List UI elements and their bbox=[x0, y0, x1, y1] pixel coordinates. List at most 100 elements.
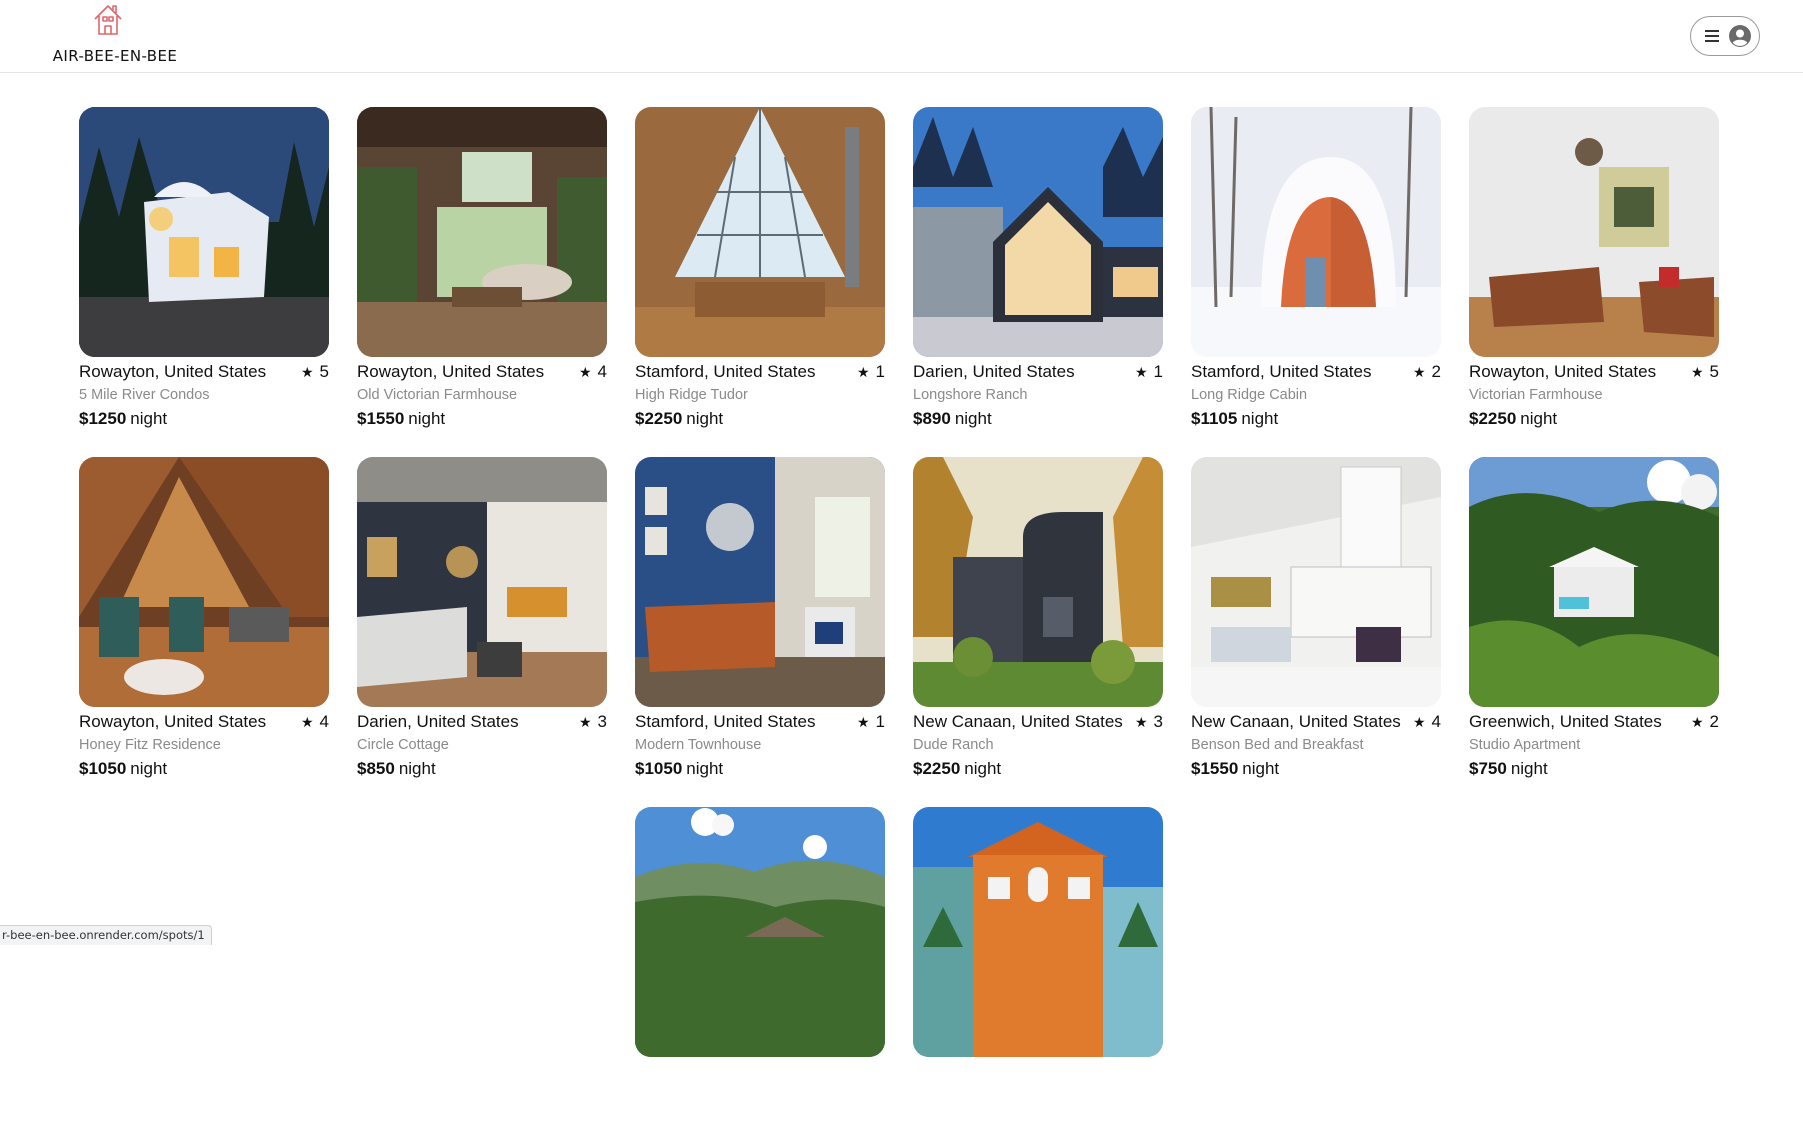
spot-image[interactable] bbox=[913, 807, 1163, 1057]
spot-card[interactable]: Greenwich, United States ★ 2 Studio Apart… bbox=[1469, 457, 1719, 787]
spot-rating: ★ 3 bbox=[579, 712, 607, 732]
spot-price: $1050 night bbox=[79, 759, 167, 779]
spot-location: Darien, United States bbox=[357, 712, 519, 731]
spot-name: Studio Apartment bbox=[1469, 737, 1581, 753]
spot-name: Old Victorian Farmhouse bbox=[357, 387, 518, 403]
star-icon: ★ bbox=[1412, 714, 1426, 730]
spot-image[interactable] bbox=[913, 457, 1163, 707]
spot-price: $1550 night bbox=[1191, 759, 1279, 779]
spot-price-amount: $1250 bbox=[79, 409, 127, 428]
spot-price-amount: $1050 bbox=[635, 759, 683, 778]
spot-rating: ★ 2 bbox=[1413, 362, 1441, 382]
spot-card[interactable]: New Canaan, United States ★ 3 Dude Ranch … bbox=[913, 457, 1163, 787]
spot-rating-value: 4 bbox=[319, 712, 329, 731]
spot-image[interactable] bbox=[635, 807, 885, 1057]
spot-name: Modern Townhouse bbox=[635, 737, 762, 753]
spot-price: $2250 night bbox=[635, 409, 723, 429]
spot-card[interactable]: Darien, United States ★ 3 Circle Cottage … bbox=[357, 457, 607, 787]
spot-price bbox=[635, 1109, 639, 1129]
spot-location: Rowayton, United States bbox=[79, 712, 267, 731]
spot-price-unit: night bbox=[130, 409, 168, 428]
spot-card[interactable]: New Canaan, United States ★ 4 Benson Bed … bbox=[1191, 457, 1441, 787]
spot-image[interactable] bbox=[1191, 457, 1441, 707]
spot-card[interactable]: Stamford, United States ★ 2 Long Ridge Ca… bbox=[1191, 107, 1441, 437]
spot-name: 5 Mile River Condos bbox=[79, 387, 210, 403]
spot-rating: ★ 5 bbox=[301, 362, 329, 382]
spot-price: $850 night bbox=[357, 759, 436, 779]
spot-image[interactable] bbox=[1469, 107, 1719, 357]
spot-image[interactable] bbox=[1191, 107, 1441, 357]
spot-name: Longshore Ranch bbox=[913, 387, 1028, 403]
spot-location: New Canaan, United States bbox=[1191, 712, 1401, 731]
link-preview-status-bar: r-bee-en-bee.onrender.com/spots/1 bbox=[0, 925, 212, 945]
spot-image[interactable] bbox=[357, 457, 607, 707]
spot-rating-value: 5 bbox=[319, 362, 329, 381]
star-icon: ★ bbox=[1690, 364, 1704, 380]
spot-price-amount: $750 bbox=[1469, 759, 1507, 778]
spot-rating: ★ 3 bbox=[1135, 712, 1163, 732]
spot-rating: ★ 2 bbox=[1691, 712, 1719, 732]
spot-rating-value: 3 bbox=[597, 712, 607, 731]
spot-price bbox=[913, 1109, 917, 1129]
spot-rating: ★ 1 bbox=[857, 362, 885, 382]
star-icon: ★ bbox=[1134, 714, 1148, 730]
star-icon: ★ bbox=[300, 714, 314, 730]
spot-rating: ★ 1 bbox=[857, 712, 885, 732]
spot-image[interactable] bbox=[79, 457, 329, 707]
spot-image[interactable] bbox=[1469, 457, 1719, 707]
spot-image[interactable] bbox=[635, 107, 885, 357]
spot-rating-value: 3 bbox=[1153, 712, 1163, 731]
spot-card[interactable]: Darien, United States ★ 1 Longshore Ranch… bbox=[913, 107, 1163, 437]
star-icon: ★ bbox=[1134, 364, 1148, 380]
spot-price-amount: $1550 bbox=[1191, 759, 1239, 778]
spot-card[interactable]: Stamford, United States ★ 1 Modern Townho… bbox=[635, 457, 885, 787]
spot-rating: ★ 4 bbox=[301, 712, 329, 732]
spot-location: Stamford, United States bbox=[635, 362, 816, 381]
spot-name: Long Ridge Cabin bbox=[1191, 387, 1308, 403]
spot-price-unit: night bbox=[686, 409, 724, 428]
star-icon: ★ bbox=[578, 714, 592, 730]
spot-image[interactable] bbox=[357, 107, 607, 357]
spot-price-amount: $2250 bbox=[635, 409, 683, 428]
spot-card[interactable]: Rowayton, United States ★ 5 Victorian Far… bbox=[1469, 107, 1719, 437]
spot-image[interactable] bbox=[635, 457, 885, 707]
spot-name: High Ridge Tudor bbox=[635, 387, 748, 403]
spot-card[interactable]: Rowayton, United States ★ 4 Old Victorian… bbox=[357, 107, 607, 437]
spot-price-amount: $2250 bbox=[1469, 409, 1517, 428]
spot-price: $890 night bbox=[913, 409, 992, 429]
spot-price: $1250 night bbox=[79, 409, 167, 429]
spot-card[interactable]: Rowayton, United States ★ 5 5 Mile River … bbox=[79, 107, 329, 437]
spot-location: Rowayton, United States bbox=[357, 362, 545, 381]
spot-image[interactable] bbox=[913, 107, 1163, 357]
spot-name: Circle Cottage bbox=[357, 737, 449, 753]
spot-rating-value: 1 bbox=[1153, 362, 1163, 381]
spot-name: Dude Ranch bbox=[913, 737, 994, 753]
spot-card[interactable] bbox=[635, 807, 885, 1137]
spot-location: Greenwich, United States bbox=[1469, 712, 1662, 731]
spot-price-unit: night bbox=[1510, 759, 1548, 778]
spot-rating: ★ 5 bbox=[1691, 362, 1719, 382]
spot-rating: ★ 4 bbox=[1413, 712, 1441, 732]
star-icon: ★ bbox=[1412, 364, 1426, 380]
spot-rating-value: 4 bbox=[1431, 712, 1441, 731]
spot-rating: ★ 4 bbox=[579, 362, 607, 382]
star-icon: ★ bbox=[300, 364, 314, 380]
spot-price-unit: night bbox=[130, 759, 168, 778]
spot-card[interactable]: Stamford, United States ★ 1 High Ridge Tu… bbox=[635, 107, 885, 437]
spot-location: Rowayton, United States bbox=[79, 362, 267, 381]
spot-price-amount: $1105 bbox=[1191, 409, 1238, 428]
spot-rating-value: 2 bbox=[1709, 712, 1719, 731]
spot-price: $2250 night bbox=[913, 759, 1001, 779]
spot-card[interactable] bbox=[913, 807, 1163, 1137]
spot-price-amount: $890 bbox=[913, 409, 951, 428]
spot-price: $750 night bbox=[1469, 759, 1548, 779]
spot-name: Benson Bed and Breakfast bbox=[1191, 737, 1364, 753]
spot-location: Darien, United States bbox=[913, 362, 1075, 381]
spot-price-unit: night bbox=[964, 759, 1002, 778]
spot-rating-value: 4 bbox=[597, 362, 607, 381]
spot-card[interactable]: Rowayton, United States ★ 4 Honey Fitz Re… bbox=[79, 457, 329, 787]
spot-price-unit: night bbox=[398, 759, 436, 778]
star-icon: ★ bbox=[578, 364, 592, 380]
spot-image[interactable] bbox=[79, 107, 329, 357]
star-icon: ★ bbox=[856, 714, 870, 730]
